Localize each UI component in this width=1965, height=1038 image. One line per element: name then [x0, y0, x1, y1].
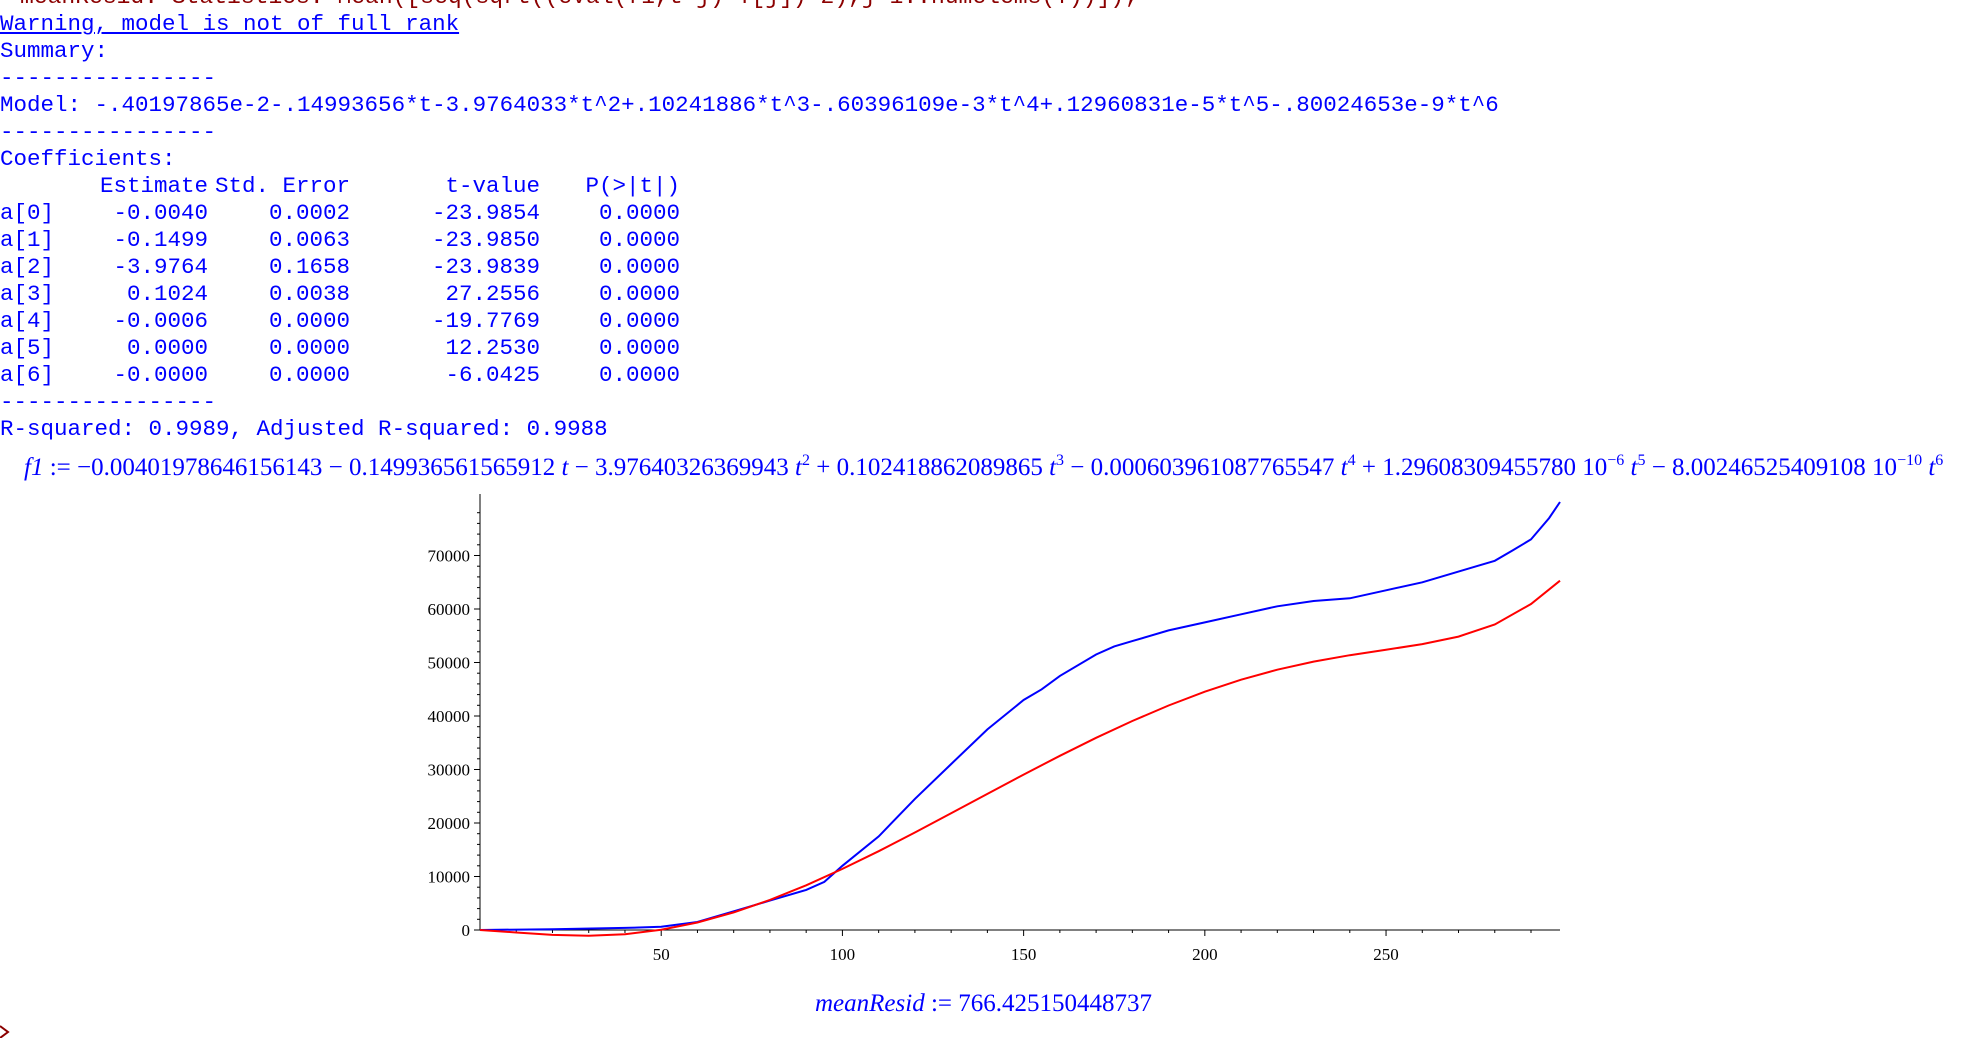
table-header-row: Estimate Std. Error t-value P(>|t|)	[0, 173, 680, 200]
mean-resid-name: meanResid	[815, 990, 925, 1017]
f1-var: t	[1340, 454, 1348, 481]
table-cell: -23.9850	[431, 227, 540, 253]
table-cell: -23.9854	[431, 200, 540, 226]
y-tick-label: 70000	[428, 547, 471, 566]
summary-label: Summary:	[0, 38, 109, 64]
separator-line: ----------------	[0, 389, 217, 415]
table-cell: a[3]	[0, 281, 55, 307]
rsquared-line: R-squared: 0.9989, Adjusted R-squared: 0…	[0, 416, 608, 442]
table-cell: 0.0038	[268, 281, 350, 307]
table-cell: a[2]	[0, 254, 55, 280]
f1-term: −0.00401978646156143	[77, 454, 323, 481]
table-cell: -3.9764	[113, 254, 208, 280]
y-tick-label: 10000	[428, 868, 471, 887]
table-cell: 27.2556	[445, 281, 540, 307]
y-tick-label: 60000	[428, 600, 471, 619]
table-cell: a[1]	[0, 227, 55, 253]
table-header: t-value	[445, 173, 540, 199]
table-cell: 0.0000	[598, 200, 680, 226]
table-cell: 0.0063	[268, 227, 350, 253]
x-tick-label: 150	[1011, 945, 1037, 964]
y-tick-label: 30000	[428, 761, 471, 780]
table-cell: 0.0000	[126, 335, 208, 361]
table-cell: 0.0000	[268, 335, 350, 361]
table-cell: 0.0000	[268, 362, 350, 388]
f1-term: + 0.102418862089865	[809, 454, 1050, 481]
table-header: Estimate	[99, 173, 208, 199]
table-cell: -23.9839	[431, 254, 540, 280]
table-cell: 0.1658	[268, 254, 350, 280]
table-row: a[5] 0.0000 0.0000 12.2530 0.0000	[0, 335, 680, 362]
f1-term: − 0.000603961087765547	[1064, 454, 1341, 481]
table-row: a[0] -0.0040 0.0002 -23.9854 0.0000	[0, 200, 680, 227]
f1-power: 3	[1056, 452, 1065, 469]
table-cell: 0.0000	[598, 254, 680, 280]
table-cell: 0.0000	[598, 281, 680, 307]
table-cell: 0.0000	[268, 308, 350, 334]
table-row: a[2] -3.9764 0.1658 -23.9839 0.0000	[0, 254, 680, 281]
table-row: a[6] -0.0000 0.0000 -6.0425 0.0000	[0, 362, 680, 389]
f1-term: − 8.00246525409108 10	[1645, 454, 1898, 481]
table-header: P(>|t|)	[585, 173, 680, 199]
x-tick-label: 200	[1192, 945, 1218, 964]
f1-var: t	[795, 454, 802, 481]
separator-line: ----------------	[0, 65, 217, 91]
regression-output: Warning, model is not of full rank Summa…	[0, 11, 1499, 443]
table-cell: -0.0040	[113, 200, 208, 226]
table-cell: 12.2530	[445, 335, 540, 361]
f1-term: − 0.149936561565912	[322, 454, 562, 481]
table-cell: 0.0000	[598, 308, 680, 334]
table-cell: a[5]	[0, 335, 55, 361]
f1-var: t	[1049, 454, 1057, 481]
f1-term: + 1.29608309455780 10	[1355, 454, 1608, 481]
y-tick-label: 0	[462, 921, 471, 940]
assign-operator: :=	[924, 990, 959, 1017]
table-header	[0, 173, 90, 200]
f1-power: 2	[801, 452, 810, 469]
table-cell: 0.0000	[598, 227, 680, 253]
prompt-marker-icon	[0, 1025, 10, 1038]
f1-exponent: −10	[1897, 452, 1923, 469]
table-cell: a[0]	[0, 200, 55, 226]
table-cell: 0.0000	[598, 362, 680, 388]
table-cell: -0.0006	[113, 308, 208, 334]
fit-plot[interactable]: 50 100 150 200 250 0 10000 20000 30000 40000 50000…	[395, 490, 1575, 980]
table-cell: 0.0002	[268, 200, 350, 226]
separator-line: ----------------	[0, 119, 217, 145]
table-row: a[1] -0.1499 0.0063 -23.9850 0.0000	[0, 227, 680, 254]
x-tick-label: 250	[1373, 945, 1399, 964]
model-line: Model: -.40197865e-2-.14993656*t-3.97640…	[0, 92, 1499, 118]
y-tick-label: 20000	[428, 814, 471, 833]
mean-resid-value: 766.425150448737	[958, 990, 1152, 1017]
data-series-line	[479, 501, 1561, 931]
assign-operator: :=	[43, 454, 77, 481]
y-tick-label: 50000	[428, 654, 471, 673]
table-cell: -6.0425	[445, 362, 540, 388]
table-cell: a[4]	[0, 308, 55, 334]
table-cell: -19.7769	[431, 308, 540, 334]
x-tick-label: 50	[653, 945, 670, 964]
x-tick-label: 100	[830, 945, 856, 964]
f1-power: 4	[1347, 452, 1356, 469]
f1-name: f1	[24, 454, 44, 481]
rank-warning-link[interactable]: Warning, model is not of full rank	[0, 11, 1499, 38]
coefficients-table: Estimate Std. Error t-value P(>|t|) a[0]…	[0, 173, 680, 389]
f1-power: 6	[1935, 452, 1944, 469]
command-input-line[interactable]: meanResid:=Statistics:-Mean([seq(sqrt((e…	[20, 0, 1138, 10]
y-tick-label: 40000	[428, 707, 471, 726]
table-cell: -0.0000	[113, 362, 208, 388]
table-row: a[3] 0.1024 0.0038 27.2556 0.0000	[0, 281, 680, 308]
f1-exponent: −6	[1607, 452, 1625, 469]
table-cell: 0.1024	[126, 281, 208, 307]
mean-resid-assignment: meanResid := 766.425150448737	[815, 990, 1152, 1018]
table-cell: -0.1499	[113, 227, 208, 253]
f1-assignment: f1 := −0.00401978646156143 − 0.149936561…	[24, 452, 1943, 482]
f1-term: − 3.97640326369943	[568, 454, 796, 481]
table-row: a[4] -0.0006 0.0000 -19.7769 0.0000	[0, 308, 680, 335]
fit-curve-line	[479, 579, 1561, 937]
table-header: Std. Error	[214, 173, 350, 199]
table-cell: 0.0000	[598, 335, 680, 361]
coefficients-label: Coefficients:	[0, 146, 176, 172]
table-cell: a[6]	[0, 362, 55, 388]
